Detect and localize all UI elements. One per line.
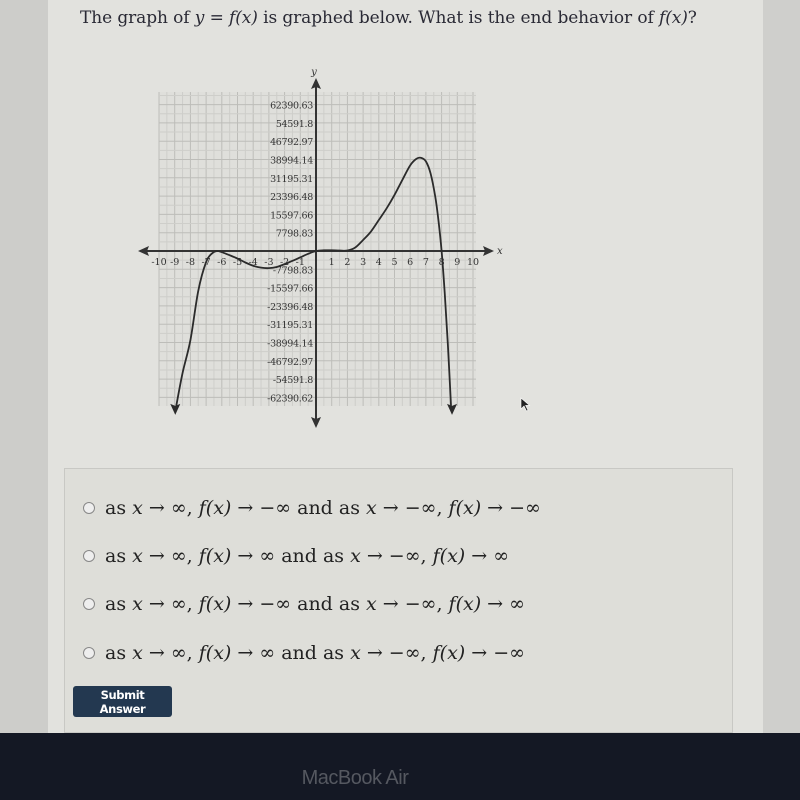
x-tick-label: 2 [344,257,350,268]
function-graph: xy -10 -9 -8 -7 -6 -5 -4 -3 -2 -1 1 2 3 4 5 6 7 8 9 1062390… [138,67,503,428]
y-tick-label: 46792.97 [270,137,313,148]
answer-text: as x → ∞, f(x) → −∞ and as x → −∞, f(x) … [105,593,525,615]
x-tick-label: -6 [217,257,226,268]
answer-option-3[interactable]: as x → ∞, f(x) → −∞ and as x → −∞, f(x) … [83,593,525,615]
y-tick-label: 38994.14 [270,156,313,167]
answer-text: as x → ∞, f(x) → −∞ and as x → −∞, f(x) … [105,497,541,519]
y-tick-label: -23396.48 [267,302,313,313]
y-tick-label: 62390.63 [270,101,313,112]
y-tick-label: -54591.8 [273,375,313,386]
submit-answer-button[interactable]: Submit Answer [73,686,172,717]
y-tick-label: -46792.97 [267,357,313,368]
answer-option-4[interactable]: as x → ∞, f(x) → ∞ and as x → −∞, f(x) →… [83,642,525,664]
y-tick-label: -15597.66 [267,284,313,295]
grid [158,92,476,406]
x-tick-label: 4 [376,257,382,268]
x-tick-label: 3 [360,257,366,268]
mouse-cursor-icon [520,397,531,412]
answer-option-1[interactable]: as x → ∞, f(x) → −∞ and as x → −∞, f(x) … [83,497,541,519]
x-tick-label: 1 [329,257,335,268]
x-axis-label: x [497,246,503,257]
x-tick-label: 10 [467,257,479,268]
x-tick-label: -10 [151,257,166,268]
x-tick-label: -9 [170,257,179,268]
y-tick-label: -38994.14 [267,339,313,350]
answer-option-2[interactable]: as x → ∞, f(x) → ∞ and as x → −∞, f(x) →… [83,545,509,567]
x-tick-label: 5 [391,257,397,268]
y-tick-label: 31195.31 [270,174,313,185]
x-tick-label: 6 [407,257,413,268]
radio-button[interactable] [83,550,95,562]
radio-button[interactable] [83,502,95,514]
x-tick-label: 9 [454,257,460,268]
y-axis-label: y [310,67,317,78]
y-tick-label: -62390.62 [267,393,313,404]
y-tick-label: -31195.31 [267,320,313,331]
radio-button[interactable] [83,647,95,659]
y-tick-label: 7798.83 [276,229,313,240]
radio-button[interactable] [83,598,95,610]
x-tick-label: -8 [186,257,195,268]
y-tick-label: 54591.8 [276,119,313,130]
answer-text: as x → ∞, f(x) → ∞ and as x → −∞, f(x) →… [105,545,510,567]
y-tick-label: 15597.66 [270,210,313,221]
device-label: MacBook Air [301,767,409,789]
y-tick-label: 23396.48 [270,192,313,203]
x-tick-label: 7 [423,257,429,268]
answer-text: as x → ∞, f(x) → ∞ and as x → −∞, f(x) →… [105,642,525,664]
